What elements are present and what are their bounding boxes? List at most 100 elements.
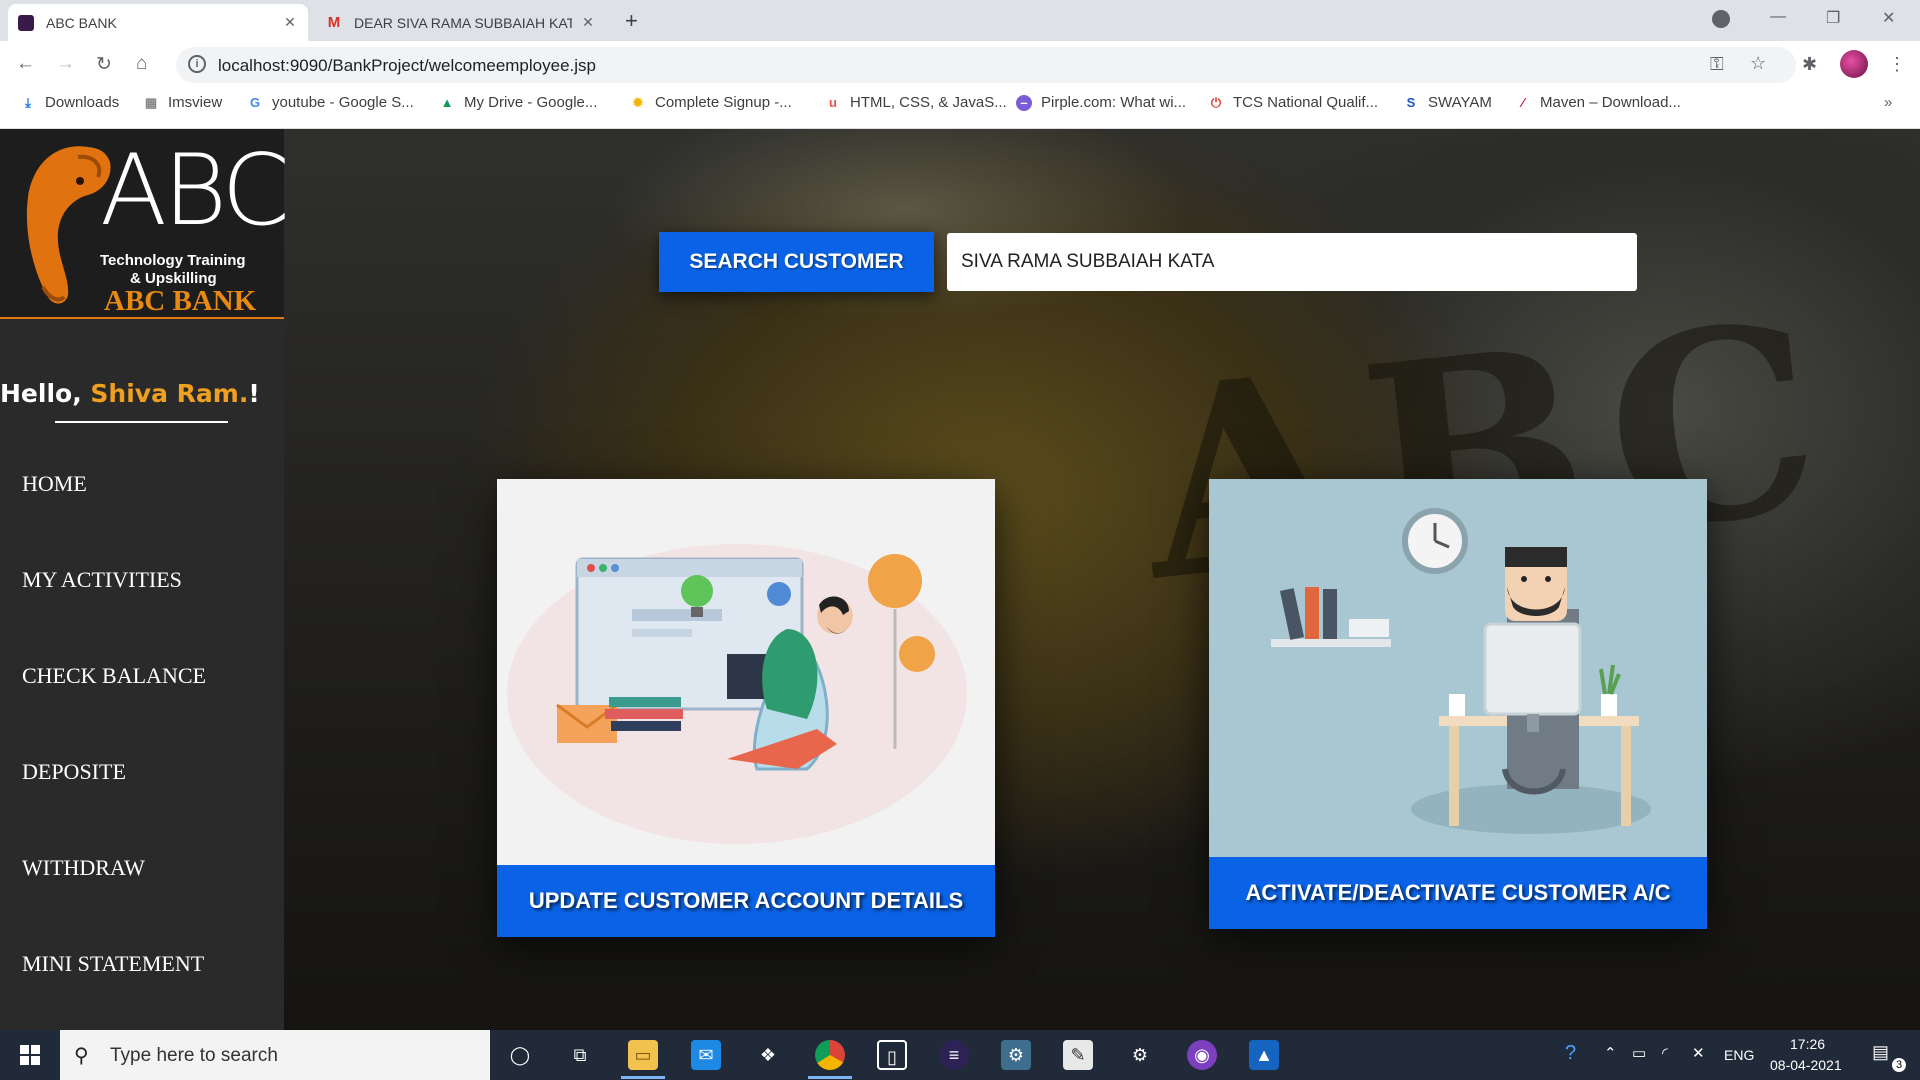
bookmark-pirple[interactable]: – Pirple.com: What wi...: [1016, 94, 1186, 111]
photos-icon[interactable]: ▲: [1249, 1040, 1279, 1070]
tab-abc-bank[interactable]: ABC BANK ✕: [8, 4, 308, 41]
language-indicator[interactable]: ENG: [1724, 1047, 1754, 1063]
greeting: Hello, Shiva Ram.!: [0, 379, 260, 408]
bookmark-imsview[interactable]: ▦ Imsview: [143, 94, 222, 111]
udemy-icon: u: [829, 94, 837, 110]
sidebar: ABC Technology Training & Upskilling ABC…: [0, 129, 290, 1030]
address-bar[interactable]: i localhost:9090/BankProject/welcomeempl…: [176, 47, 1796, 83]
home-icon[interactable]: ⌂: [136, 53, 147, 75]
update-account-caption[interactable]: UPDATE CUSTOMER ACCOUNT DETAILS: [497, 865, 995, 937]
sun-icon: ✹: [632, 94, 644, 110]
taskbar-search-placeholder: Type here to search: [110, 1045, 278, 1066]
logo-bank-name: ABC BANK: [104, 285, 257, 317]
bookmark-maven[interactable]: ⁄ Maven – Download...: [1515, 94, 1681, 111]
new-tab-icon[interactable]: +: [625, 8, 638, 34]
site-info-icon[interactable]: i: [188, 55, 206, 73]
key-icon[interactable]: ⚿: [1710, 54, 1724, 75]
cortana-icon[interactable]: ◯: [505, 1040, 535, 1070]
battery-icon[interactable]: ▭: [1632, 1044, 1646, 1062]
wifi-icon[interactable]: ◜: [1662, 1044, 1668, 1062]
notification-count: 3: [1892, 1058, 1906, 1072]
bookmark-downloads[interactable]: ⤓ Downloads: [20, 94, 119, 111]
clock-date[interactable]: 08-04-2021: [1770, 1057, 1842, 1073]
bookmark-label: My Drive - Google...: [464, 94, 598, 111]
google-icon: G: [249, 94, 261, 110]
show-hidden-icons[interactable]: ⌃: [1604, 1044, 1617, 1062]
minimize-icon[interactable]: —: [1770, 8, 1786, 26]
tab-title: ABC BANK: [46, 14, 117, 31]
volume-muted-icon[interactable]: ✕: [1692, 1044, 1705, 1062]
update-account-card[interactable]: UPDATE CUSTOMER ACCOUNT DETAILS: [497, 479, 995, 937]
reload-icon[interactable]: ↻: [96, 53, 112, 76]
eclipse-icon[interactable]: ≡: [939, 1040, 969, 1070]
close-tab-icon[interactable]: ✕: [580, 14, 596, 31]
clock-time[interactable]: 17:26: [1790, 1036, 1825, 1052]
close-tab-icon[interactable]: ✕: [282, 14, 298, 31]
bookmark-label: youtube - Google S...: [272, 94, 414, 111]
activate-deactivate-caption[interactable]: ACTIVATE/DEACTIVATE CUSTOMER A/C: [1209, 857, 1707, 929]
update-account-illustration: [497, 479, 995, 865]
star-icon[interactable]: ☆: [1750, 53, 1766, 74]
script-icon[interactable]: ✎: [1063, 1040, 1093, 1070]
chrome-icon[interactable]: [815, 1040, 845, 1070]
nav-withdraw[interactable]: WITHDRAW: [22, 855, 145, 881]
greeting-user-name: Shiva Ram.: [90, 379, 249, 408]
extensions-icon[interactable]: ✱: [1802, 54, 1817, 75]
bookmark-swayam[interactable]: S SWAYAM: [1403, 94, 1492, 111]
bookmark-drive[interactable]: ▲ My Drive - Google...: [439, 94, 598, 111]
logo-tagline-1: Technology Training: [100, 252, 246, 269]
abc-bank-logo[interactable]: ABC Technology Training & Upskilling ABC…: [0, 129, 290, 319]
active-app-indicator: [808, 1076, 852, 1079]
bookmarks-bar: ⤓ Downloads ▦ Imsview G youtube - Google…: [0, 88, 1920, 129]
tab-search-icon[interactable]: [1712, 10, 1730, 28]
bookmark-label: SWAYAM: [1428, 94, 1492, 111]
nav-my-activities[interactable]: MY ACTIVITIES: [22, 567, 182, 593]
bookmark-label: Imsview: [168, 94, 223, 111]
github-icon[interactable]: ◉: [1187, 1040, 1217, 1070]
windows-start-icon[interactable]: [20, 1045, 40, 1065]
profile-avatar[interactable]: [1840, 50, 1868, 78]
customer-search-input[interactable]: [947, 233, 1637, 291]
restore-icon[interactable]: ❐: [1826, 8, 1840, 28]
taskbar-search-box[interactable]: ⚲ Type here to search: [60, 1030, 490, 1080]
nav-mini-statement[interactable]: MINI STATEMENT: [22, 951, 204, 977]
windows-taskbar: ⚲ Type here to search ◯ ⧉ ▭ ✉ ❖ ▯ ≡ ⚙ ✎ …: [0, 1030, 1920, 1080]
dropbox-icon[interactable]: ❖: [753, 1040, 783, 1070]
search-customer-button[interactable]: SEARCH CUSTOMER: [659, 232, 934, 292]
nav-deposite[interactable]: DEPOSITE: [22, 759, 126, 785]
settings-gear-icon[interactable]: ⚙: [1125, 1040, 1155, 1070]
activate-deactivate-card[interactable]: ACTIVATE/DEACTIVATE CUSTOMER A/C: [1209, 479, 1707, 929]
notifications-icon[interactable]: ▤: [1872, 1042, 1889, 1063]
bookmark-tcs[interactable]: ⏻ TCS National Qualif...: [1208, 94, 1378, 111]
abc-favicon-icon: [18, 14, 34, 31]
swayam-icon: S: [1406, 94, 1416, 110]
close-window-icon[interactable]: ✕: [1882, 8, 1895, 28]
download-icon: ⤓: [25, 94, 31, 110]
power-icon: ⏻: [1210, 94, 1222, 110]
forward-icon[interactable]: →: [56, 53, 75, 75]
task-view-icon[interactable]: ⧉: [565, 1040, 595, 1070]
nav-check-balance[interactable]: CHECK BALANCE: [22, 663, 206, 689]
mail-icon[interactable]: ✉: [691, 1040, 721, 1070]
more-bookmarks-icon[interactable]: »: [1884, 94, 1892, 111]
url-text: localhost:9090/BankProject/welcomeemploy…: [218, 56, 596, 75]
feather-icon: ⁄: [1521, 94, 1525, 110]
menu-icon[interactable]: ⋮: [1888, 54, 1906, 75]
help-icon[interactable]: ?: [1565, 1042, 1576, 1065]
nav-home[interactable]: HOME: [22, 471, 87, 497]
bookmark-label: Downloads: [45, 94, 120, 111]
bookmark-html-css[interactable]: u HTML, CSS, & JavaS...: [825, 94, 1007, 111]
greeting-hello: Hello,: [0, 379, 91, 408]
bookmark-signup[interactable]: ✹ Complete Signup -...: [630, 94, 792, 111]
back-icon[interactable]: ←: [16, 53, 35, 75]
active-app-indicator: [621, 1076, 665, 1079]
file-explorer-icon[interactable]: ▭: [628, 1040, 658, 1070]
bookmark-label: TCS National Qualif...: [1233, 94, 1379, 111]
app-window-icon[interactable]: ▯: [877, 1040, 907, 1070]
mysql-workbench-icon[interactable]: ⚙: [1001, 1040, 1031, 1070]
logo-abc-text: ABC: [100, 134, 290, 248]
bookmark-youtube[interactable]: G youtube - Google S...: [247, 94, 414, 111]
tab-title: DEAR SIVA RAMA SUBBAIAH KATA: [354, 14, 572, 31]
tab-gmail[interactable]: M DEAR SIVA RAMA SUBBAIAH KATA ✕: [316, 4, 606, 41]
pirple-icon: –: [1016, 94, 1032, 111]
